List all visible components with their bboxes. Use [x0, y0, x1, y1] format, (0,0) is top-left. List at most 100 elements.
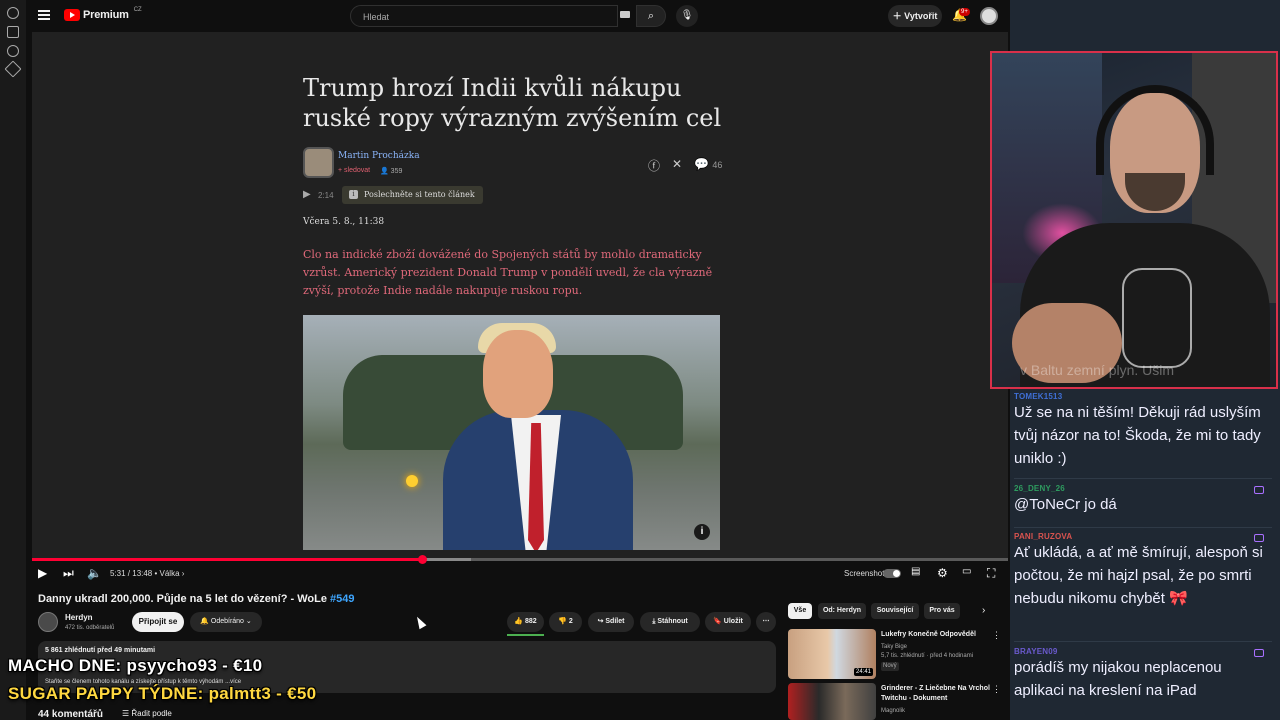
- article-lead: Clo na indické zboží dovážené do Spojený…: [303, 248, 713, 297]
- info-icon: i: [694, 524, 710, 540]
- tab-all[interactable]: Vše: [788, 603, 812, 619]
- download-button[interactable]: ⤓ Stáhnout: [640, 612, 700, 632]
- video-title: Danny ukradl 200,000. Půjde na 5 let do …: [38, 593, 355, 605]
- favorites-icon[interactable]: [4, 60, 22, 78]
- cam-ghost-text: v Baltu zemní plyn. Ušim: [1020, 362, 1175, 378]
- like-ratio-bar: [507, 634, 544, 636]
- volume-icon[interactable]: 🔈: [87, 566, 102, 580]
- create-button[interactable]: ＋ Vytvořit: [888, 5, 942, 27]
- top-bar: Premium CZ Hledat ⌕ 🎙 ＋ Vytvořit 🔔 9+: [26, 0, 1010, 32]
- chat-text: Už se na ni těším! Děkuji rád uslyším tv…: [1014, 404, 1261, 467]
- search-input[interactable]: Hledat: [350, 5, 618, 27]
- chat-text: porádíš my nijakou neplacenou aplikaci n…: [1014, 659, 1222, 699]
- progress-bar[interactable]: [32, 555, 1008, 564]
- x-icon: ✕: [672, 157, 683, 171]
- rec-title[interactable]: Grinderer - Z Liečebne Na Vrchol Twitchu…: [881, 684, 991, 704]
- chat-text: Ať ukládá, a ať mě šmírují, alespoň si p…: [1014, 544, 1263, 607]
- menu-icon[interactable]: [38, 10, 50, 20]
- rec-thumbnail[interactable]: 24:41: [788, 629, 876, 679]
- voice-search-button[interactable]: 🎙: [676, 5, 698, 27]
- donation-overlay-weekly: SUGAR PAPPY TÝDNE: palmtt3 - €50: [8, 684, 317, 703]
- sort-comments-button[interactable]: ☰ Řadit podle: [122, 709, 172, 718]
- library-icon[interactable]: [7, 26, 19, 38]
- subscribed-button[interactable]: 🔔 Odebíráno ⌄: [190, 612, 262, 632]
- channel-name[interactable]: Herdyn: [65, 613, 93, 622]
- chat-message: BRAYEN09 porádíš my nijakou neplacenou a…: [1014, 647, 1272, 702]
- home-icon[interactable]: [7, 7, 19, 19]
- chat-username[interactable]: TOMEK1513: [1014, 392, 1272, 401]
- subtitles-icon[interactable]: ▤: [911, 566, 920, 577]
- scrubber-handle[interactable]: [418, 555, 428, 564]
- follower-count: 👤 359: [380, 168, 403, 175]
- chat-message: PANI_RUZOVA Ať ukládá, a ať mě šmírují, …: [1014, 532, 1272, 610]
- comment-count-heading: 44 komentářů: [38, 709, 104, 720]
- comment-icon: 💬 46: [694, 157, 723, 171]
- chat-message: 26_DENY_26 @ToNeCr jo dá: [1014, 484, 1272, 516]
- rec-thumbnail[interactable]: [788, 683, 876, 720]
- play-button[interactable]: ▶: [38, 566, 47, 580]
- chevron-right-icon[interactable]: ›: [982, 605, 985, 616]
- subscriber-badge-icon: [1254, 534, 1264, 542]
- microphone-icon: 🎙: [680, 10, 694, 21]
- more-icon[interactable]: ⋮: [992, 684, 1001, 695]
- autoplay-toggle[interactable]: [883, 569, 901, 578]
- article-author: Martin Procházka: [338, 151, 420, 161]
- settings-gear-icon[interactable]: ⚙: [937, 566, 948, 580]
- comment-count: 46: [712, 160, 723, 170]
- subscriber-badge-icon: [1254, 649, 1264, 657]
- save-button[interactable]: 🔖 Uložit: [705, 612, 751, 632]
- join-button[interactable]: Připojit se: [132, 612, 184, 632]
- chapter-label[interactable]: Válka: [160, 569, 180, 578]
- rec-meta: 5,7 tis. zhlédnutí · před 4 hodinami: [881, 653, 974, 659]
- episode-hashtag[interactable]: #549: [330, 593, 354, 605]
- search-icon: ⌕: [647, 10, 655, 22]
- channel-avatar[interactable]: [38, 612, 58, 632]
- mouse-cursor: [413, 614, 427, 630]
- screenshot-label: Screenshot: [844, 569, 885, 578]
- chat-message: TOMEK1513 Už se na ni těším! Děkuji rád …: [1014, 392, 1272, 470]
- mini-sidebar: [0, 0, 26, 720]
- youtube-logo[interactable]: Premium CZ: [64, 7, 142, 21]
- chat-divider: [1014, 478, 1272, 479]
- rec-channel: Magnolik: [881, 708, 906, 714]
- rec-title[interactable]: Lukefry Konečně Odpověděl: [881, 630, 991, 640]
- chat-username[interactable]: BRAYEN09: [1014, 647, 1272, 656]
- chat-username[interactable]: 26_DENY_26: [1014, 484, 1272, 493]
- tab-from-herdyn[interactable]: Od: Herdyn: [818, 603, 866, 619]
- subscriber-count: 472 tis. odběratelů: [65, 625, 115, 631]
- view-count: 5 861 zhlédnutí před 49 minutami: [45, 647, 156, 654]
- history-icon[interactable]: [7, 45, 19, 57]
- tab-related[interactable]: Související: [871, 603, 919, 619]
- follow-link: + sledovat: [338, 167, 371, 174]
- search-button[interactable]: ⌕: [636, 5, 666, 27]
- chat-divider: [1014, 527, 1272, 528]
- theater-mode-icon[interactable]: ▭: [962, 566, 971, 577]
- keyboard-icon[interactable]: [620, 11, 630, 18]
- next-button[interactable]: ⏭: [63, 566, 74, 581]
- chat-divider: [1014, 641, 1272, 642]
- chat-username[interactable]: PANI_RUZOVA: [1014, 532, 1272, 541]
- subscriber-badge-icon: [1254, 486, 1264, 494]
- webcam-feed: v Baltu zemní plyn. Ušim: [990, 51, 1278, 389]
- fullscreen-icon[interactable]: ⛶: [987, 566, 995, 581]
- share-button[interactable]: ↪ Sdílet: [588, 612, 634, 632]
- played-bar: [32, 558, 423, 561]
- dislike-button[interactable]: 👎 2: [549, 612, 582, 632]
- account-avatar[interactable]: [980, 7, 998, 25]
- listen-play-icon: ▶: [303, 189, 311, 200]
- tab-for-you[interactable]: Pro vás: [924, 603, 960, 619]
- brand-label: Premium: [83, 9, 129, 21]
- create-label: Vytvořit: [904, 11, 938, 21]
- article-title: Trump hrozí Indii kvůli nákupu ruské rop…: [303, 74, 722, 132]
- rec-channel: Taky Bige: [881, 644, 908, 650]
- country-code: CZ: [133, 7, 142, 13]
- article-share-bar: ⓕ ✕ 💬 46: [648, 157, 722, 174]
- more-icon[interactable]: ⋮: [992, 630, 1001, 641]
- like-button[interactable]: 👍 882: [507, 612, 544, 632]
- video-duration: 24:41: [853, 668, 873, 676]
- notification-badge: 9+: [959, 8, 970, 16]
- listen-article-label: Poslechněte si tento článek: [342, 186, 483, 204]
- time-display: 5:31 / 13:48 • Válka ›: [110, 569, 185, 578]
- more-actions-button[interactable]: ⋯: [756, 612, 776, 632]
- chat-text: @ToNeCr jo dá: [1014, 496, 1117, 513]
